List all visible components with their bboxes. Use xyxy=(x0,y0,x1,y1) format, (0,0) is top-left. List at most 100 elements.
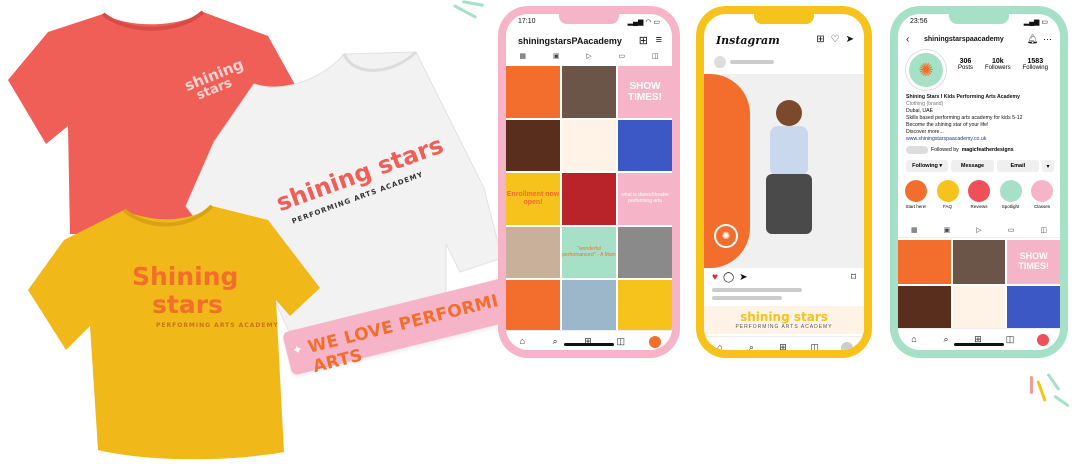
search-icon[interactable]: ⌕ xyxy=(550,337,560,347)
signal-icon: ▂▄▆ ◠ ▭ xyxy=(627,19,660,26)
stat-following[interactable]: 1583 Following xyxy=(1023,58,1048,71)
grid-post[interactable] xyxy=(898,240,951,284)
kid-figure-body xyxy=(770,126,808,176)
following-button[interactable]: Following ▾ xyxy=(906,160,949,172)
decorative-stroke xyxy=(461,0,485,7)
star-badge-icon: ✺ xyxy=(714,224,738,248)
highlight-start-here[interactable]: Start here! xyxy=(902,180,930,209)
grid-post[interactable] xyxy=(1007,286,1060,330)
highlight-reviews[interactable]: Reviews xyxy=(965,180,993,209)
grid-post[interactable] xyxy=(562,173,616,225)
home-icon[interactable]: ⌂ xyxy=(909,335,919,345)
bell-icon[interactable]: 🔔︎ xyxy=(1027,34,1038,45)
phone3-navbar: ⌂ ⌕ ⊞ ◫ xyxy=(898,328,1060,350)
stat-followers[interactable]: 10k Followers xyxy=(985,58,1011,71)
bio-link[interactable]: www.shiningstarspaacademy.co.uk xyxy=(906,136,1054,143)
bio-line: Dubai, UAE xyxy=(906,108,934,115)
message-button[interactable]: Message xyxy=(951,160,994,172)
message-button-label: Message xyxy=(960,163,985,169)
highlight-circle xyxy=(968,180,990,202)
add-post-icon[interactable]: ⊞ xyxy=(816,34,824,45)
highlight-spotlight[interactable]: Spotlight xyxy=(997,180,1025,209)
next-post-preview[interactable]: shining stars PERFORMING ARTS ACADEMY xyxy=(704,306,864,334)
guide-icon[interactable]: ▭ xyxy=(618,52,625,64)
home-icon[interactable]: ⌂ xyxy=(517,337,527,347)
highlight-classes[interactable]: Classes xyxy=(1028,180,1056,209)
highlight-label: Spotlight xyxy=(1001,204,1020,209)
grid-post[interactable] xyxy=(506,280,560,332)
suggest-button[interactable]: ▾ xyxy=(1041,160,1054,172)
sessions-text: what is dance/theatre performing arts xyxy=(621,192,669,204)
guide-icon[interactable]: ▭ xyxy=(1008,226,1015,237)
search-icon[interactable]: ⌕ xyxy=(746,343,756,351)
phone2-screen: Instagram ⊞ ♡ ➤ ✺ ♥ ◯ ➤ ⌑ shining stars … xyxy=(704,14,864,350)
grid-post[interactable] xyxy=(898,286,951,330)
phone3-time: 23:56 xyxy=(910,18,928,25)
stat-following-value: 1583 xyxy=(1027,58,1044,65)
grid-post-wonderful[interactable]: "wonderful performances!" - A Mum xyxy=(562,226,616,279)
profile-buttons: Following ▾ Message Email ▾ xyxy=(906,160,1054,172)
share-icon[interactable]: ➤ xyxy=(739,272,747,283)
grid-post[interactable] xyxy=(618,280,672,332)
grid-post-show-times[interactable]: SHOW TIMES! xyxy=(618,66,672,118)
grid-post[interactable] xyxy=(506,66,560,118)
send-icon[interactable]: ➤ xyxy=(846,34,854,45)
shop-icon[interactable]: ◫ xyxy=(616,337,626,347)
grid-icon[interactable]: ▦ xyxy=(519,52,526,64)
phone3-username: shiningstarspaacademy xyxy=(924,36,1004,43)
like-heart-icon[interactable]: ♥ xyxy=(712,272,718,283)
back-arrow-icon[interactable]: ‹ xyxy=(906,34,909,45)
email-button[interactable]: Email xyxy=(996,160,1039,172)
stat-following-label: Following xyxy=(1022,65,1048,71)
profile-avatar[interactable] xyxy=(648,335,661,348)
stat-posts[interactable]: 306 Posts xyxy=(958,58,973,71)
shop-icon[interactable]: ◫ xyxy=(1005,335,1015,345)
play-icon[interactable]: ▷ xyxy=(976,226,981,237)
phone2-header-icons: ⊞ ♡ ➤ xyxy=(816,34,854,45)
mockup-canvas: shining stars shining stars PERFORMING A… xyxy=(0,0,1075,464)
grid-post[interactable] xyxy=(506,226,560,279)
menu-icon[interactable]: ≡ xyxy=(656,34,662,46)
tagged-icon[interactable]: ◫ xyxy=(1040,226,1047,237)
profile-avatar-large[interactable]: ✺ xyxy=(906,50,946,90)
grid-post[interactable] xyxy=(618,119,672,172)
grid-post-enrollment[interactable]: Enrollment now open! xyxy=(506,173,560,225)
grid-post-show-times[interactable]: SHOW TIMES! xyxy=(1007,240,1060,284)
home-icon[interactable]: ⌂ xyxy=(715,343,725,351)
reels-icon[interactable]: ▣ xyxy=(944,226,951,237)
add-icon[interactable]: ⊞ xyxy=(778,343,788,351)
grid-post[interactable] xyxy=(506,119,560,172)
plus-icon[interactable]: ⊞ xyxy=(639,34,648,47)
highlight-label: Reviews xyxy=(970,204,988,209)
grid-icon[interactable]: ▦ xyxy=(911,226,918,237)
yellow-tshirt-shape xyxy=(28,204,320,460)
bio-line: Become the shining star of your life! xyxy=(906,122,989,129)
heart-icon[interactable]: ♡ xyxy=(831,34,840,45)
comment-icon[interactable]: ◯ xyxy=(723,272,734,283)
phone1-username[interactable]: shiningstarsPAacademy xyxy=(518,36,622,46)
more-icon[interactable]: ⋯ xyxy=(1043,34,1052,45)
grid-post[interactable] xyxy=(562,66,616,118)
bio-line: Skills based performing arts academy for… xyxy=(906,115,1023,122)
bookmark-icon[interactable]: ⌑ xyxy=(851,272,856,283)
instagram-logo[interactable]: Instagram xyxy=(716,34,780,47)
tagged-icon[interactable]: ◫ xyxy=(652,52,659,64)
highlight-faq[interactable]: FAQ xyxy=(934,180,962,209)
play-icon[interactable]: ▷ xyxy=(586,52,591,64)
grid-post[interactable] xyxy=(562,280,616,332)
grid-post[interactable] xyxy=(952,240,1006,284)
shop-icon[interactable]: ◫ xyxy=(810,343,820,351)
grid-post[interactable] xyxy=(562,119,616,172)
reels-icon[interactable]: ▣ xyxy=(553,52,560,64)
highlight-label: Classes xyxy=(1033,204,1050,209)
highlight-circle xyxy=(936,180,959,202)
grid-post[interactable] xyxy=(618,226,672,279)
profile-avatar[interactable] xyxy=(841,341,854,350)
post-image[interactable]: ✺ xyxy=(704,74,864,268)
grid-post[interactable] xyxy=(952,286,1006,330)
search-icon[interactable]: ⌕ xyxy=(941,335,951,345)
post-author-avatar[interactable] xyxy=(714,56,726,68)
followed-by[interactable]: Followed by magicfeatherdesigns xyxy=(906,146,1014,154)
grid-post-sessions[interactable]: what is dance/theatre performing arts xyxy=(618,173,672,225)
profile-avatar[interactable] xyxy=(1037,333,1049,346)
